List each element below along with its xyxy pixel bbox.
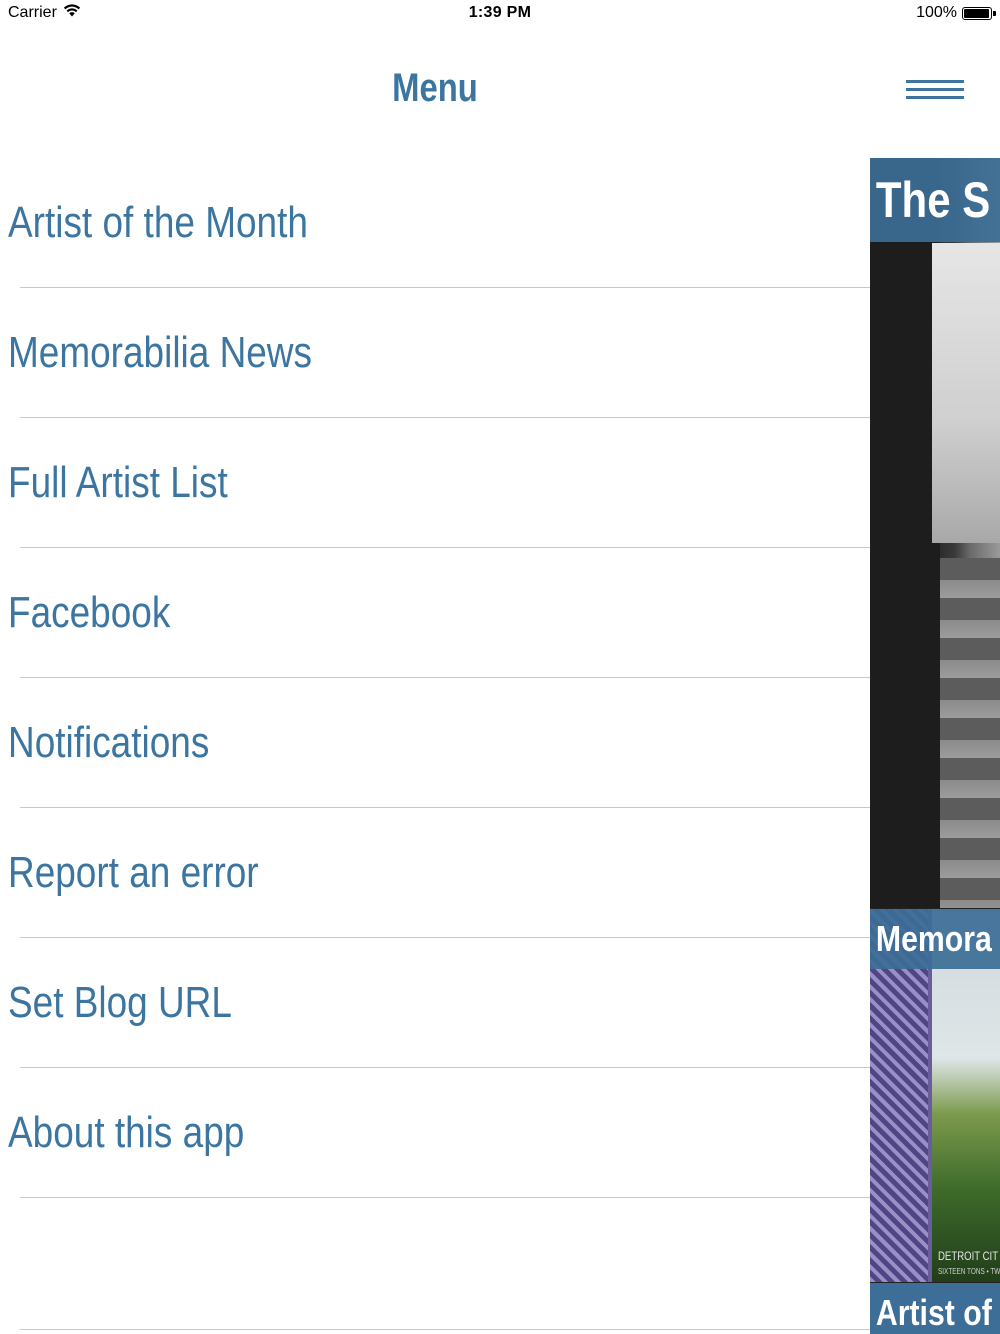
tile-photo [932, 243, 1000, 543]
menu-item-label: Full Artist List [8, 458, 228, 507]
menu-item-artist-of-the-month[interactable]: Artist of the Month [0, 158, 870, 288]
tile-title: The S [870, 158, 1000, 242]
tile-title-text: The S [875, 172, 991, 228]
menu-item-about-this-app[interactable]: About this app [0, 1068, 870, 1198]
menu-item-label: Artist of the Month [8, 198, 308, 247]
hamburger-line-middle [906, 88, 964, 91]
menu-item-full-artist-list[interactable]: Full Artist List [0, 418, 870, 548]
content-tile-artist-of[interactable]: Artist of [870, 1283, 1000, 1334]
tile-title-text: Artist of [875, 1292, 992, 1333]
hamburger-line-top [906, 80, 964, 83]
menu-item-facebook[interactable]: Facebook [0, 548, 870, 678]
menu-item-set-blog-url[interactable]: Set Blog URL [0, 938, 870, 1068]
menu-list: Artist of the Month Memorabilia News Ful… [0, 158, 870, 1198]
page-title: Menu [392, 66, 478, 110]
status-right: 100% [916, 4, 996, 22]
tile-title: Memora [870, 909, 1000, 969]
hamburger-icon[interactable] [900, 72, 970, 112]
app-screen: Carrier 1:39 PM 100% Menu Artist of the … [0, 0, 1000, 1334]
tile-title-text: Memora [875, 918, 992, 959]
menu-item-label: About this app [8, 1108, 245, 1157]
tile-photo-steps [940, 558, 1000, 908]
menu-item-label: Notifications [8, 718, 210, 767]
battery-icon [962, 6, 996, 20]
main-content-peek[interactable]: The S DETROIT CIT SIXTEEN TONS • TW Memo… [870, 158, 1000, 1334]
menu-item-label: Facebook [8, 588, 171, 637]
tile-caption: DETROIT CIT [938, 1249, 999, 1263]
menu-item-memorabilia-news[interactable]: Memorabilia News [0, 288, 870, 418]
menu-item-label: Report an error [8, 848, 259, 897]
content-tile-artist[interactable]: The S [870, 158, 1000, 908]
menu-item-notifications[interactable]: Notifications [0, 678, 870, 808]
status-bar: Carrier 1:39 PM 100% [0, 0, 1000, 28]
menu-empty-row [0, 1198, 870, 1330]
tile-caption-sub: SIXTEEN TONS • TW [938, 1267, 1000, 1276]
hamburger-line-bottom [906, 96, 964, 99]
content-tile-memorabilia[interactable]: DETROIT CIT SIXTEEN TONS • TW Memora [870, 909, 1000, 1282]
menu-item-label: Memorabilia News [8, 328, 312, 377]
menu-item-label: Set Blog URL [8, 978, 232, 1027]
menu-item-report-an-error[interactable]: Report an error [0, 808, 870, 938]
nav-bar: Menu [0, 28, 1000, 158]
battery-tip [993, 10, 996, 16]
status-time: 1:39 PM [468, 4, 532, 21]
battery-percent: 100% [916, 4, 957, 21]
tile-title: Artist of [870, 1283, 1000, 1334]
battery-fill [964, 8, 989, 18]
